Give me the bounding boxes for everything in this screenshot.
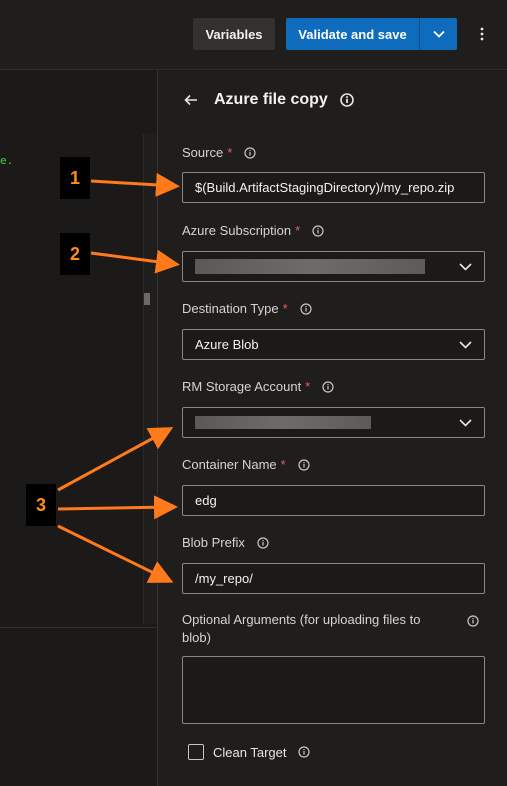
validate-and-save-button[interactable]: Validate and save [286,18,457,50]
subscription-select[interactable] [182,251,485,282]
info-icon[interactable] [312,224,324,237]
more-actions-icon[interactable] [472,22,492,46]
info-icon[interactable] [257,536,269,549]
storage-account-select[interactable] [182,407,485,438]
task-settings-panel: Azure file copy Source * $(Build.Artifac… [158,71,507,786]
info-icon[interactable] [467,615,479,627]
required-marker: * [295,223,301,238]
chevron-down-icon [432,30,445,38]
subscription-label: Azure Subscription * [182,223,324,238]
editor-scrollbar-thumb[interactable] [144,293,150,305]
callout-1: 1 [60,157,90,199]
clean-target-checkbox[interactable] [188,744,204,760]
container-name-input[interactable]: edg [182,485,485,516]
redacted-value [195,259,425,274]
back-arrow-icon[interactable] [184,92,200,108]
callout-2: 2 [60,233,90,275]
blob-prefix-label: Blob Prefix [182,535,269,550]
chevron-down-icon [459,418,472,427]
container-name-value: edg [195,493,217,508]
chevron-down-icon [459,340,472,349]
required-marker: * [305,379,311,394]
optional-arguments-textarea[interactable] [182,656,485,724]
optional-arguments-label: Optional Arguments (for uploading files … [182,612,421,645]
blob-prefix-value: /my_repo/ [195,571,253,586]
required-marker: * [280,457,286,472]
variables-button[interactable]: Variables [193,18,275,50]
editor-divider [0,627,157,628]
save-options-dropdown[interactable] [420,18,457,50]
info-icon[interactable] [244,146,256,159]
editor-scrollbar-track[interactable] [143,134,157,624]
storage-account-label: RM Storage Account * [182,379,334,394]
required-marker: * [282,301,288,316]
info-icon[interactable] [300,302,312,315]
validate-and-save-label[interactable]: Validate and save [286,18,420,50]
required-marker: * [227,145,233,160]
clean-target-row[interactable]: Clean Target [188,744,311,760]
clean-target-label: Clean Target [213,744,287,760]
source-input[interactable]: $(Build.ArtifactStagingDirectory)/my_rep… [182,172,485,203]
destination-type-label: Destination Type * [182,301,312,316]
destination-type-select[interactable]: Azure Blob [182,329,485,360]
blob-prefix-input[interactable]: /my_repo/ [182,563,485,594]
code-fragment: e. [0,154,14,167]
info-icon[interactable] [340,93,354,107]
panel-title: Azure file copy [214,91,328,108]
info-icon[interactable] [298,746,311,758]
source-value: $(Build.ArtifactStagingDirectory)/my_rep… [195,180,455,195]
source-label: Source * [182,145,256,160]
chevron-down-icon [459,262,472,271]
info-icon[interactable] [322,380,334,393]
destination-type-value: Azure Blob [195,337,259,352]
callout-3: 3 [26,484,56,526]
redacted-value [195,416,371,429]
top-toolbar: Variables Validate and save [0,0,507,70]
container-name-label: Container Name * [182,457,310,472]
info-icon[interactable] [298,458,310,471]
panel-header: Azure file copy [184,91,354,109]
